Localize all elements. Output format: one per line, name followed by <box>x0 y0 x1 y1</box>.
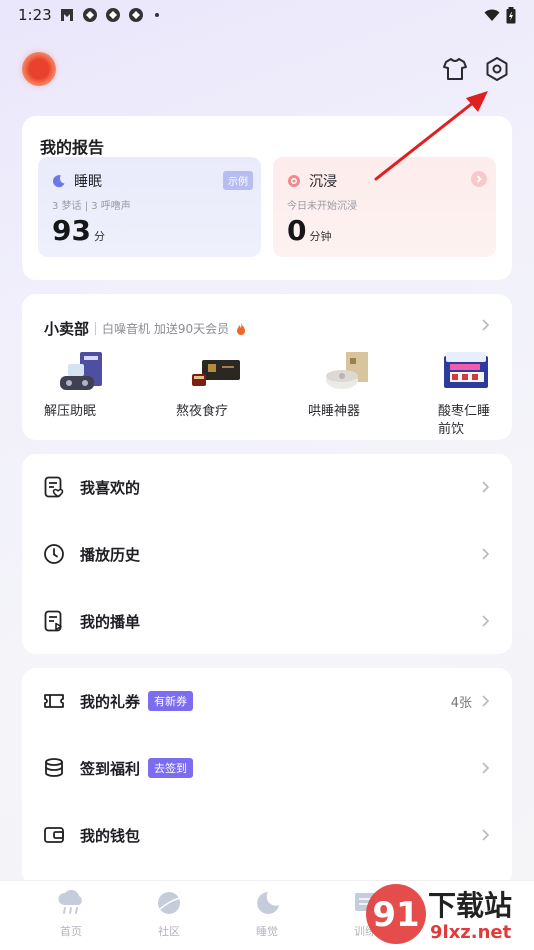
chevron-right-icon <box>482 548 490 560</box>
notification-app-icon <box>60 9 73 21</box>
status-bar: 1:23 <box>0 0 534 30</box>
chevron-right-icon[interactable] <box>480 318 490 332</box>
more-notifications-dot <box>154 13 159 17</box>
coupon-count: 4张 <box>450 696 472 711</box>
shop-item-label: 酸枣仁睡前饮 <box>438 404 491 437</box>
notification-app-icon <box>82 8 97 22</box>
shop-item-label: 熬夜食疗 <box>176 404 229 419</box>
profile-header <box>22 50 512 90</box>
shop-card[interactable]: 小卖部 白噪音机 加送90天会员 解压助眠 熬夜食疗 哄睡神器 酸枣仁睡前饮 <box>22 294 512 440</box>
status-time: 1:23 <box>18 6 52 24</box>
tab-label: 首页 <box>60 925 82 938</box>
new-coupon-badge: 有新券 <box>148 691 194 711</box>
sleep-label: 睡眠 <box>74 174 102 190</box>
playlist-icon <box>42 609 66 633</box>
favorites-list-icon <box>42 475 66 499</box>
notification-app-icon <box>105 8 120 22</box>
my-playlist-label: 我的播单 <box>80 612 141 631</box>
report-title: 我的报告 <box>40 138 105 157</box>
battery-icon <box>506 6 516 23</box>
shop-promo: 白噪音机 加送90天会员 <box>102 322 230 336</box>
tab-home[interactable]: 首页 <box>36 889 106 939</box>
favorites-label: 我喜欢的 <box>80 478 141 497</box>
clock-icon <box>42 542 66 566</box>
moon-icon <box>252 889 282 917</box>
svg-text:91: 91 <box>372 895 419 935</box>
watermark-title: 下载站 <box>428 889 513 922</box>
moon-icon <box>52 175 65 188</box>
shop-item-label: 哄睡神器 <box>308 404 361 419</box>
jujube-drink-product-image <box>440 350 500 394</box>
library-card: 我喜欢的 播放历史 我的播单 <box>22 454 512 654</box>
chevron-right-icon <box>482 481 490 493</box>
fire-icon <box>237 322 246 335</box>
coins-icon <box>42 756 66 780</box>
sample-badge: 示例 <box>223 171 253 190</box>
wallet-row[interactable]: 我的钱包 <box>22 802 512 868</box>
my-playlist-row[interactable]: 我的播单 <box>22 588 512 654</box>
wallet-icon <box>42 823 66 847</box>
tab-label: 睡觉 <box>256 925 278 938</box>
wifi-icon <box>484 9 500 21</box>
shop-item-late-night-food[interactable]: 熬夜食疗 <box>176 350 266 421</box>
tab-sleep[interactable]: 睡觉 <box>232 889 302 939</box>
shirt-icon[interactable] <box>440 54 470 84</box>
planet-icon <box>154 889 184 917</box>
tea-product-image <box>188 350 248 394</box>
settings-icon[interactable] <box>482 54 512 84</box>
site-watermark: 91 下载站 9lxz.net <box>354 878 534 950</box>
wallet-label: 我的钱包 <box>80 826 141 845</box>
tab-label: 社区 <box>158 925 180 938</box>
shop-item-relax[interactable]: 解压助眠 <box>44 350 134 421</box>
shop-title: 小卖部 <box>44 320 90 338</box>
immerse-summary: 今日未开始沉浸 <box>287 201 357 212</box>
white-noise-machine-image <box>320 350 380 394</box>
shop-item-sleep-aid[interactable]: 哄睡神器 <box>308 350 398 421</box>
immerse-minutes-unit: 分钟 <box>309 230 332 243</box>
favorites-row[interactable]: 我喜欢的 <box>22 454 512 520</box>
chevron-right-icon <box>482 615 490 627</box>
chevron-right-icon[interactable] <box>471 171 487 187</box>
coupons-row[interactable]: 我的礼券 有新券 4张 <box>22 668 512 734</box>
chevron-right-icon <box>482 762 490 774</box>
target-icon <box>288 175 300 187</box>
watermark-domain: 9lxz.net <box>430 922 512 943</box>
sleep-score: 93 <box>52 214 91 247</box>
immerse-label: 沉浸 <box>309 174 337 190</box>
immerse-minutes: 0 <box>287 214 307 247</box>
shop-item-jujube-drink[interactable]: 酸枣仁睡前饮 <box>438 350 528 439</box>
chevron-right-icon <box>482 695 490 707</box>
eye-mask-product-image <box>56 350 116 394</box>
immerse-report-box[interactable]: 沉浸 今日未开始沉浸 0 分钟 <box>273 157 496 257</box>
checkin-label: 签到福利 <box>80 759 141 778</box>
benefits-card: 我的礼券 有新券 4张 签到福利 去签到 我的钱包 <box>22 668 512 886</box>
tab-community[interactable]: 社区 <box>134 889 204 939</box>
play-history-row[interactable]: 播放历史 <box>22 521 512 587</box>
sleep-report-box[interactable]: 睡眠 示例 3 梦话 | 3 呼噜声 93 分 <box>38 157 261 257</box>
chevron-right-icon <box>482 829 490 841</box>
report-card: 我的报告 睡眠 示例 3 梦话 | 3 呼噜声 93 分 沉浸 今日未开始沉浸 … <box>22 116 512 280</box>
cloud-rain-icon <box>56 889 86 917</box>
sleep-summary: 3 梦话 | 3 呼噜声 <box>52 201 131 212</box>
avatar[interactable] <box>22 52 56 86</box>
play-history-label: 播放历史 <box>80 545 141 564</box>
divider <box>95 322 97 335</box>
checkin-badge[interactable]: 去签到 <box>148 758 194 778</box>
sleep-score-unit: 分 <box>93 230 105 243</box>
coupons-label: 我的礼券 <box>80 692 141 711</box>
ticket-icon <box>42 689 66 713</box>
notification-app-icon <box>128 8 143 22</box>
checkin-row[interactable]: 签到福利 去签到 <box>22 735 512 801</box>
shop-item-label: 解压助眠 <box>44 404 97 419</box>
